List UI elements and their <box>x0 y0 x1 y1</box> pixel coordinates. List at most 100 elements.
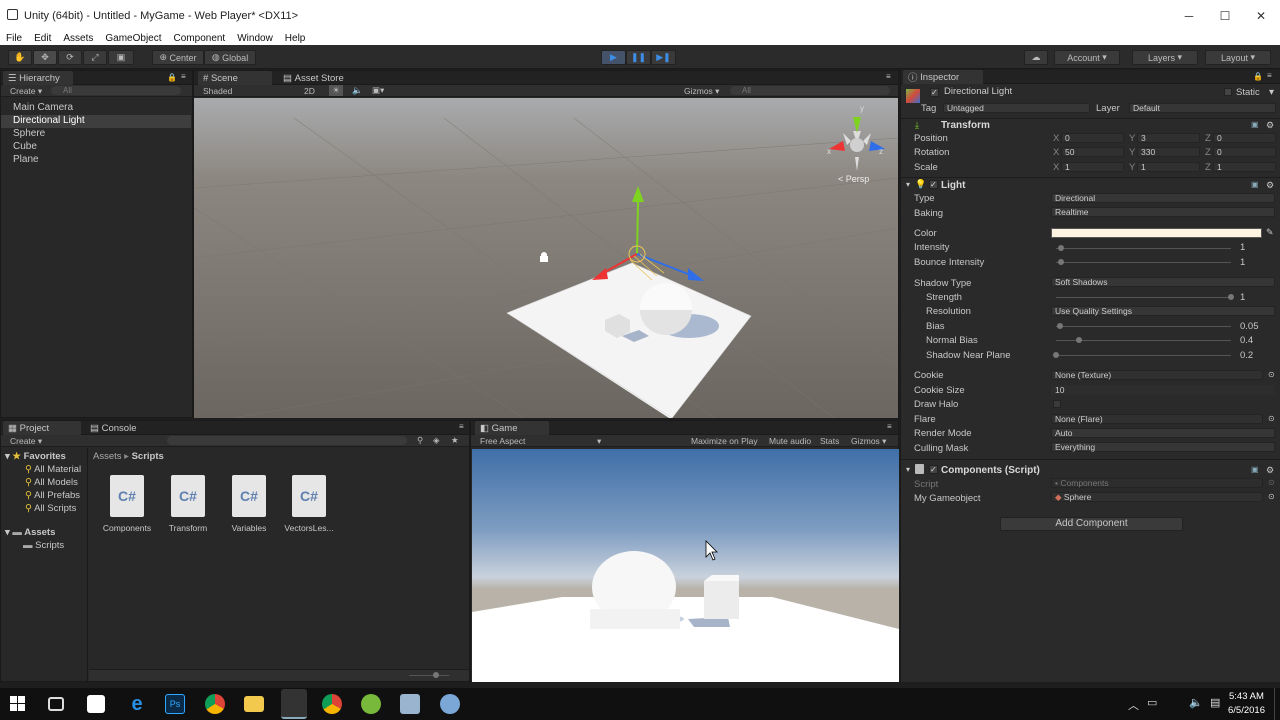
static-checkbox[interactable] <box>1224 88 1232 96</box>
panel-menu-icon[interactable]: ≡ <box>459 422 464 431</box>
tab-scene[interactable]: # Scene <box>198 71 272 85</box>
scale-y-field[interactable]: 1 <box>1137 162 1200 172</box>
move-tool-button[interactable]: ✥ <box>33 50 57 65</box>
menu-file[interactable]: File <box>6 33 22 44</box>
normal-bias-value[interactable]: 0.4 <box>1240 335 1253 346</box>
tray-network-icon[interactable]: ▭ <box>1147 696 1157 709</box>
component-gear-icon[interactable]: ⚙ <box>1266 180 1274 191</box>
expand-arrow-icon[interactable]: ▾ <box>906 465 910 474</box>
scene-viewport[interactable]: y x z <box>194 98 898 418</box>
hierarchy-search-input[interactable]: All <box>51 86 181 95</box>
script-file[interactable]: C# Components <box>99 475 155 533</box>
near-plane-slider-track[interactable] <box>1056 355 1231 356</box>
panel-menu-icon[interactable]: ≡ <box>1267 71 1272 80</box>
light-enabled-checkbox[interactable]: ✓ <box>929 180 938 189</box>
rect-tool-button[interactable]: ▣ <box>108 50 134 65</box>
edge-browser-icon[interactable]: e <box>127 694 147 714</box>
hierarchy-item-selected[interactable]: Directional Light <box>1 115 191 128</box>
baking-dropdown[interactable]: Realtime <box>1051 207 1275 217</box>
bias-slider-track[interactable] <box>1056 326 1231 327</box>
render-mode-dropdown[interactable]: Auto <box>1051 428 1275 438</box>
intensity-slider-track[interactable] <box>1056 248 1231 249</box>
create-dropdown[interactable]: Create ▾ <box>10 86 42 97</box>
file-explorer-icon[interactable] <box>244 696 264 712</box>
create-dropdown[interactable]: Create ▾ <box>10 436 42 447</box>
transform-header[interactable]: Transform <box>941 120 990 131</box>
strength-slider-knob[interactable] <box>1228 294 1234 300</box>
my-gameobject-field[interactable]: ◆ Sphere <box>1051 492 1263 502</box>
strength-slider-track[interactable] <box>1056 297 1231 298</box>
help-icon[interactable]: ▣ <box>1251 120 1259 129</box>
tab-asset-store[interactable]: ▤ Asset Store <box>278 71 358 85</box>
bias-value[interactable]: 0.05 <box>1240 321 1259 332</box>
menu-assets[interactable]: Assets <box>63 33 93 44</box>
strength-value[interactable]: 1 <box>1240 292 1245 303</box>
expand-arrow-icon[interactable]: ▾ <box>906 180 910 189</box>
project-search-input[interactable] <box>167 436 407 445</box>
effects-dropdown-icon[interactable]: ▣▾ <box>372 85 384 96</box>
hierarchy-item[interactable]: Plane <box>13 154 39 165</box>
unity-taskbar-icon[interactable] <box>281 689 307 719</box>
normal-bias-slider-track[interactable] <box>1056 340 1231 341</box>
favorite-star-icon[interactable]: ★ <box>451 435 459 446</box>
active-checkbox[interactable]: ✓ <box>930 88 939 97</box>
utorrent-icon[interactable] <box>361 694 381 714</box>
filter-label-icon[interactable]: ◈ <box>433 435 440 446</box>
cloud-button[interactable]: ☁ <box>1024 50 1048 65</box>
help-icon[interactable]: ▣ <box>1251 465 1259 474</box>
panel-menu-icon[interactable]: ≡ <box>181 72 186 81</box>
clock-date[interactable]: 6/5/2016 <box>1228 705 1265 716</box>
play-button[interactable]: ▶ <box>601 50 626 65</box>
maximize-button[interactable]: ☐ <box>1207 0 1243 31</box>
tray-language-icon[interactable]: ▤ <box>1210 696 1220 709</box>
add-component-button[interactable]: Add Component <box>1000 517 1183 531</box>
light-type-dropdown[interactable]: Directional <box>1051 193 1275 203</box>
script-component-header[interactable]: Components (Script) <box>941 465 1040 476</box>
app-chat-icon[interactable] <box>440 694 460 714</box>
cookie-field[interactable]: None (Texture) <box>1051 370 1263 380</box>
minimize-button[interactable]: ─ <box>1171 0 1207 31</box>
layout-dropdown[interactable]: Layout ▾ <box>1205 50 1271 65</box>
menu-edit[interactable]: Edit <box>34 33 51 44</box>
resolution-dropdown[interactable]: Use Quality Settings <box>1051 306 1275 316</box>
step-button[interactable]: ▶❚ <box>651 50 676 65</box>
show-desktop-button[interactable] <box>1274 688 1280 720</box>
account-dropdown[interactable]: Account ▾ <box>1054 50 1120 65</box>
rotation-z-field[interactable]: 0 <box>1213 147 1276 157</box>
hierarchy-item[interactable]: Sphere <box>13 128 45 139</box>
asset-folder-item[interactable]: ▬ Scripts <box>23 540 64 551</box>
favorite-item[interactable]: ⚲ All Material <box>25 464 81 475</box>
lock-icon[interactable]: 🔒 <box>1253 72 1263 81</box>
bounce-value[interactable]: 1 <box>1240 257 1245 268</box>
normal-bias-slider-knob[interactable] <box>1075 337 1082 343</box>
scale-tool-button[interactable]: ⤢ <box>83 50 107 65</box>
breadcrumb-scripts[interactable]: Scripts <box>132 451 164 462</box>
menu-window[interactable]: Window <box>237 33 273 44</box>
bounce-slider-track[interactable] <box>1056 262 1231 263</box>
rotation-x-field[interactable]: 50 <box>1061 147 1124 157</box>
tag-dropdown[interactable]: Untagged <box>943 103 1090 113</box>
audio-toggle-icon[interactable]: 🔈 <box>352 85 363 96</box>
photoshop-icon[interactable]: Ps <box>165 694 185 714</box>
app-window-icon[interactable] <box>400 694 420 714</box>
flare-field[interactable]: None (Flare) <box>1051 414 1263 424</box>
bias-slider-knob[interactable] <box>1056 323 1063 329</box>
gizmos-dropdown[interactable]: Gizmos ▾ <box>684 86 719 97</box>
icon-size-slider[interactable] <box>89 669 469 681</box>
filter-type-icon[interactable]: ⚲ <box>417 435 423 446</box>
hand-tool-button[interactable]: ✋ <box>8 50 32 65</box>
task-view-icon[interactable] <box>48 697 64 711</box>
favorite-item[interactable]: ⚲ All Models <box>25 477 78 488</box>
game-viewport[interactable] <box>472 449 899 682</box>
component-gear-icon[interactable]: ⚙ <box>1266 120 1274 131</box>
script-file[interactable]: C# Variables <box>221 475 277 533</box>
chrome-icon[interactable] <box>322 694 342 714</box>
component-gear-icon[interactable]: ⚙ <box>1266 465 1274 476</box>
tab-project[interactable]: ▦ Project <box>3 421 81 435</box>
light-header[interactable]: Light <box>941 180 965 191</box>
near-plane-slider-knob[interactable] <box>1053 352 1059 358</box>
script-file[interactable]: C# VectorsLes... <box>281 475 337 533</box>
scale-x-field[interactable]: 1 <box>1061 162 1124 172</box>
tray-volume-icon[interactable]: 🔈 <box>1189 696 1203 709</box>
store-icon[interactable] <box>87 695 105 713</box>
